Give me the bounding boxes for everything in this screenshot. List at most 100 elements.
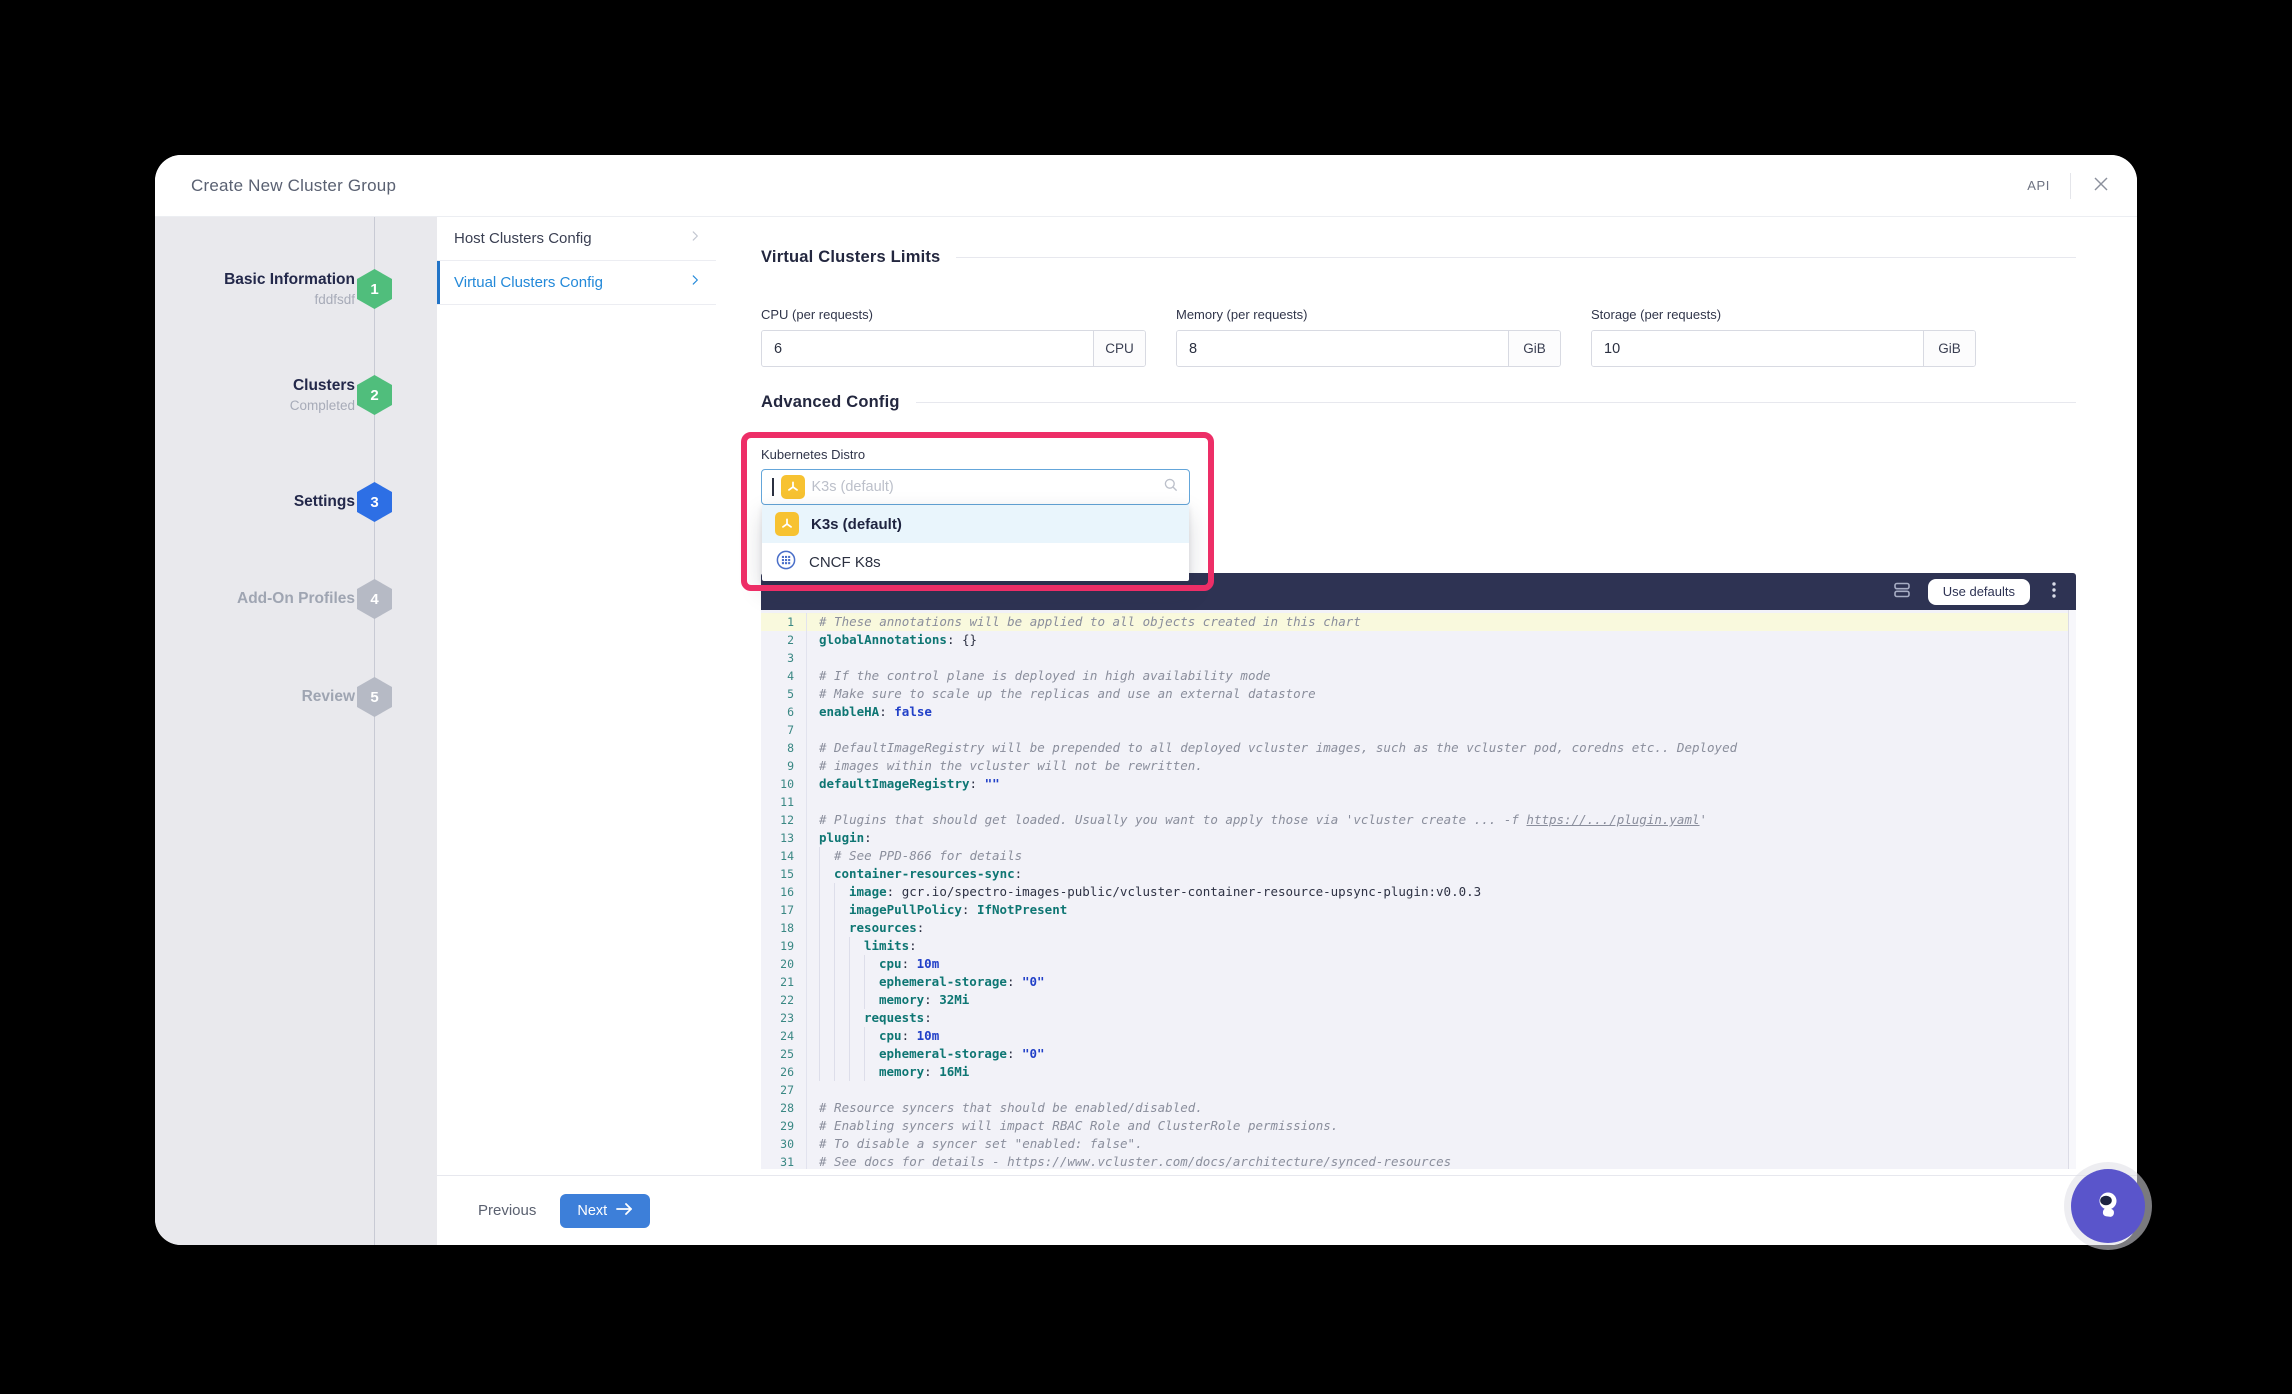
line-number: 15 — [761, 865, 807, 883]
code-line: 20 cpu: 10m — [761, 955, 2076, 973]
code-line: 30 # To disable a syncer set "enabled: fa… — [761, 1135, 2076, 1153]
input-group: GiB — [1176, 330, 1561, 367]
field-label: Memory (per requests) — [1176, 307, 1308, 322]
line-number: 25 — [761, 1045, 807, 1063]
indent-guide — [819, 1027, 834, 1045]
step-label: Clusters — [292, 377, 355, 394]
distro-search-input[interactable] — [811, 479, 1156, 495]
code-text: globalAnnotations: {} — [819, 632, 978, 647]
indent-guide — [834, 883, 849, 901]
distro-option-label: K3s (default) — [811, 515, 902, 533]
code-text: imagePullPolicy: IfNotPresent — [807, 901, 1067, 919]
line-number: 4 — [761, 667, 807, 685]
editor-scrollbar[interactable] — [2068, 610, 2076, 1169]
code-line: 19 limits: — [761, 937, 2076, 955]
step-labels: Basic Information fddfsdf — [163, 271, 355, 307]
line-number: 28 — [761, 1099, 807, 1117]
step-number: 4 — [370, 590, 379, 608]
storage-per-requests-input[interactable] — [1592, 331, 1923, 366]
field-label: CPU (per requests) — [761, 307, 873, 322]
line-number: 3 — [761, 649, 807, 667]
step-labels: Clusters Completed — [163, 377, 355, 413]
field-storage-per-requests: Storage (per requests) GiB — [1591, 307, 1976, 367]
diff-view-button[interactable] — [1892, 580, 1912, 603]
section-divider — [956, 257, 2076, 258]
indent-guide — [834, 919, 849, 937]
indent-guide — [849, 991, 864, 1009]
next-button[interactable]: Next — [560, 1193, 651, 1228]
cpu-per-requests-input[interactable] — [762, 331, 1093, 366]
distro-option-label: CNCF K8s — [809, 553, 881, 571]
code-line: 2 globalAnnotations: {} — [761, 631, 2076, 649]
kubernetes-distro-select[interactable] — [761, 469, 1190, 505]
indent-guide — [864, 991, 879, 1009]
memory-per-requests-input[interactable] — [1177, 331, 1508, 366]
k3s-icon — [780, 475, 805, 499]
code-line: 9 # images within the vcluster will not b… — [761, 757, 2076, 775]
line-number: 17 — [761, 901, 807, 919]
code-line: 3 — [761, 649, 2076, 667]
distro-dropdown: K3s (default) CNCF K8s — [762, 505, 1189, 581]
sidebar-step-clusters[interactable]: Clusters Completed 2 — [155, 374, 437, 416]
line-number: 19 — [761, 937, 807, 955]
chevron-right-icon — [688, 229, 702, 248]
code-line: 21 ephemeral-storage: "0" — [761, 973, 2076, 991]
line-number: 24 — [761, 1027, 807, 1045]
unit-suffix: GiB — [1923, 331, 1975, 366]
sidebar-step-settings[interactable]: Settings 3 — [155, 481, 437, 523]
kebab-menu-icon — [2046, 581, 2062, 602]
code-text: # Enabling syncers will impact RBAC Role… — [819, 1118, 1339, 1133]
code-line: 12 # Plugins that should get loaded. Usua… — [761, 811, 2076, 829]
distro-option-k3s-default[interactable]: K3s (default) — [762, 505, 1189, 543]
unit-suffix: GiB — [1508, 331, 1560, 366]
menu-item-virtual-clusters-config[interactable]: Virtual Clusters Config — [437, 261, 716, 305]
line-number: 10 — [761, 775, 807, 793]
chevron-right-icon — [688, 273, 702, 292]
config-menu: Host Clusters Config Virtual Clusters Con… — [437, 217, 716, 1175]
wizard-footer: Previous Next — [437, 1175, 2137, 1245]
line-number: 26 — [761, 1063, 807, 1081]
indent-guide — [819, 955, 834, 973]
sidebar-step-add-on-profiles[interactable]: Add-On Profiles 4 — [155, 578, 437, 620]
indent-guide — [819, 1063, 834, 1081]
wizard-progress-line — [374, 217, 375, 1245]
close-button[interactable] — [2091, 174, 2111, 197]
indent-guide — [819, 901, 834, 919]
indent-guide — [834, 973, 849, 991]
input-group: GiB — [1591, 330, 1976, 367]
modal-header: Create New Cluster Group API — [155, 155, 2137, 217]
sidebar-step-basic-information[interactable]: Basic Information fddfsdf 1 — [155, 268, 437, 310]
code-text: ephemeral-storage: "0" — [807, 973, 1045, 991]
previous-button[interactable]: Previous — [478, 1202, 536, 1219]
step-label: Review — [301, 688, 355, 705]
code-line: 24 cpu: 10m — [761, 1027, 2076, 1045]
line-number: 2 — [761, 631, 807, 649]
code-area[interactable]: 1 # These annotations will be applied to … — [761, 610, 2076, 1169]
code-text: # See PPD-866 for details — [807, 847, 1022, 865]
line-number: 20 — [761, 955, 807, 973]
line-number: 9 — [761, 757, 807, 775]
indent-guide — [819, 973, 834, 991]
distro-option-cncf-k8s[interactable]: CNCF K8s — [762, 543, 1189, 581]
menu-item-host-clusters-config[interactable]: Host Clusters Config — [437, 217, 716, 261]
step-number: 2 — [370, 386, 379, 404]
advanced-section-title: Advanced Config — [761, 393, 900, 411]
use-defaults-button[interactable]: Use defaults — [1927, 578, 2030, 605]
indent-guide — [819, 919, 834, 937]
line-number: 1 — [761, 613, 807, 631]
sidebar-step-review[interactable]: Review 5 — [155, 676, 437, 718]
indent-guide — [849, 937, 864, 955]
help-floating-button[interactable] — [2071, 1169, 2145, 1243]
wizard-sidebar: Basic Information fddfsdf 1 Clusters Complet… — [155, 217, 437, 1245]
api-button[interactable]: API — [2027, 178, 2050, 193]
astronaut-icon — [2090, 1187, 2126, 1226]
indent-guide — [864, 955, 879, 973]
code-text: plugin: — [819, 830, 872, 845]
code-line: 26 memory: 16Mi — [761, 1063, 2076, 1081]
settings-panel: Virtual Clusters Limits CPU (per request… — [716, 217, 2137, 1175]
step-number: 5 — [370, 688, 379, 706]
code-text: limits: — [807, 937, 917, 955]
code-line: 4 # If the control plane is deployed in h… — [761, 667, 2076, 685]
editor-menu-button[interactable] — [2046, 581, 2062, 602]
code-text: memory: 16Mi — [807, 1063, 969, 1081]
